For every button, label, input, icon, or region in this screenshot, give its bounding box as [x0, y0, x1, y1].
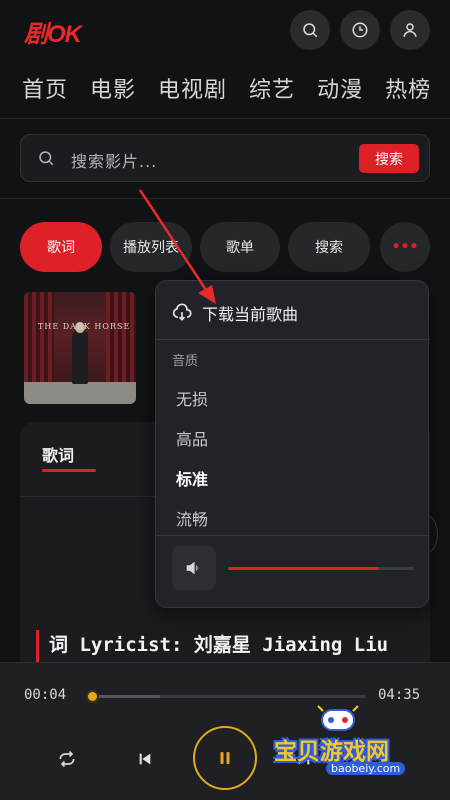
- user-button[interactable]: [390, 10, 430, 50]
- search-button[interactable]: [290, 10, 330, 50]
- search-input[interactable]: 搜索影片...: [71, 148, 157, 172]
- current-time: 00:04: [24, 687, 67, 703]
- nav-item-anime[interactable]: 动漫: [317, 72, 363, 106]
- nav-item-variety[interactable]: 综艺: [249, 72, 295, 106]
- tab-search[interactable]: 搜索: [288, 222, 370, 272]
- lyrics-card-title: 歌词: [42, 446, 75, 465]
- category-nav: 首页 电影 电视剧 综艺 动漫 热榜: [22, 72, 450, 106]
- pause-button[interactable]: [193, 726, 257, 790]
- quality-option-smooth[interactable]: 流畅: [176, 506, 208, 530]
- quality-option-standard[interactable]: 标准: [176, 466, 208, 490]
- nav-item-movies[interactable]: 电影: [90, 72, 136, 106]
- search-submit-button[interactable]: 搜索: [359, 144, 419, 173]
- album-cover-title: THE DARK HORSE: [38, 322, 131, 331]
- search-icon: [39, 151, 54, 166]
- user-icon: [403, 23, 417, 37]
- menu-divider: [156, 339, 430, 340]
- cover-stage: [24, 382, 136, 404]
- nav-divider: [0, 118, 450, 119]
- app-logo[interactable]: 剧OK: [24, 14, 82, 49]
- tab-songlists[interactable]: 歌单: [200, 222, 280, 272]
- cover-figure: [72, 330, 88, 384]
- app-header: 剧OK: [0, 0, 450, 60]
- more-options-button[interactable]: •••: [380, 222, 430, 272]
- history-button[interactable]: [340, 10, 380, 50]
- pause-icon: [220, 752, 230, 764]
- more-options-menu: 下载当前歌曲 音质 无损 高品 标准 流畅: [155, 280, 430, 608]
- tab-lyrics[interactable]: 歌词: [20, 222, 102, 272]
- search-bar: 搜索影片... 搜索: [20, 134, 430, 182]
- quality-section-label: 音质: [172, 354, 199, 369]
- progress-bar[interactable]: [86, 690, 366, 703]
- nav-item-trending[interactable]: 热榜: [385, 72, 431, 106]
- download-song-item[interactable]: 下载当前歌曲: [172, 301, 298, 325]
- speaker-icon: [186, 561, 198, 575]
- current-lyric-line: 词 Lyricist: 刘嘉星 Jiaxing Liu: [36, 630, 388, 662]
- previous-icon: [139, 753, 151, 765]
- watermark-title: 宝贝游戏网: [274, 739, 389, 765]
- mascot-icon: [317, 705, 359, 731]
- quality-option-lossless[interactable]: 无损: [176, 386, 208, 410]
- quality-option-high[interactable]: 高品: [176, 426, 208, 450]
- watermark-url: baobeiy.com: [326, 762, 406, 775]
- album-cover: THE DARK HORSE: [24, 292, 136, 404]
- download-icon: [172, 303, 192, 321]
- nav-item-tv-series[interactable]: 电视剧: [158, 72, 227, 106]
- menu-divider-volume: [156, 535, 430, 536]
- volume-level: [228, 567, 379, 570]
- tab-playlist[interactable]: 播放列表: [110, 222, 192, 272]
- nav-item-home[interactable]: 首页: [22, 72, 68, 106]
- repeat-icon: [59, 750, 75, 768]
- search-divider: [0, 198, 450, 199]
- download-song-label: 下载当前歌曲: [202, 305, 299, 324]
- watermark: 宝贝游戏网 baobeiy.com: [266, 700, 446, 790]
- repeat-button[interactable]: [55, 747, 79, 771]
- volume-slider[interactable]: [228, 567, 414, 570]
- progress-knob[interactable]: [86, 690, 100, 703]
- lyrics-title-underline: [42, 469, 96, 472]
- previous-button[interactable]: [133, 747, 157, 771]
- search-icon: [303, 23, 318, 38]
- volume-button[interactable]: [172, 546, 216, 590]
- history-icon: [352, 22, 368, 38]
